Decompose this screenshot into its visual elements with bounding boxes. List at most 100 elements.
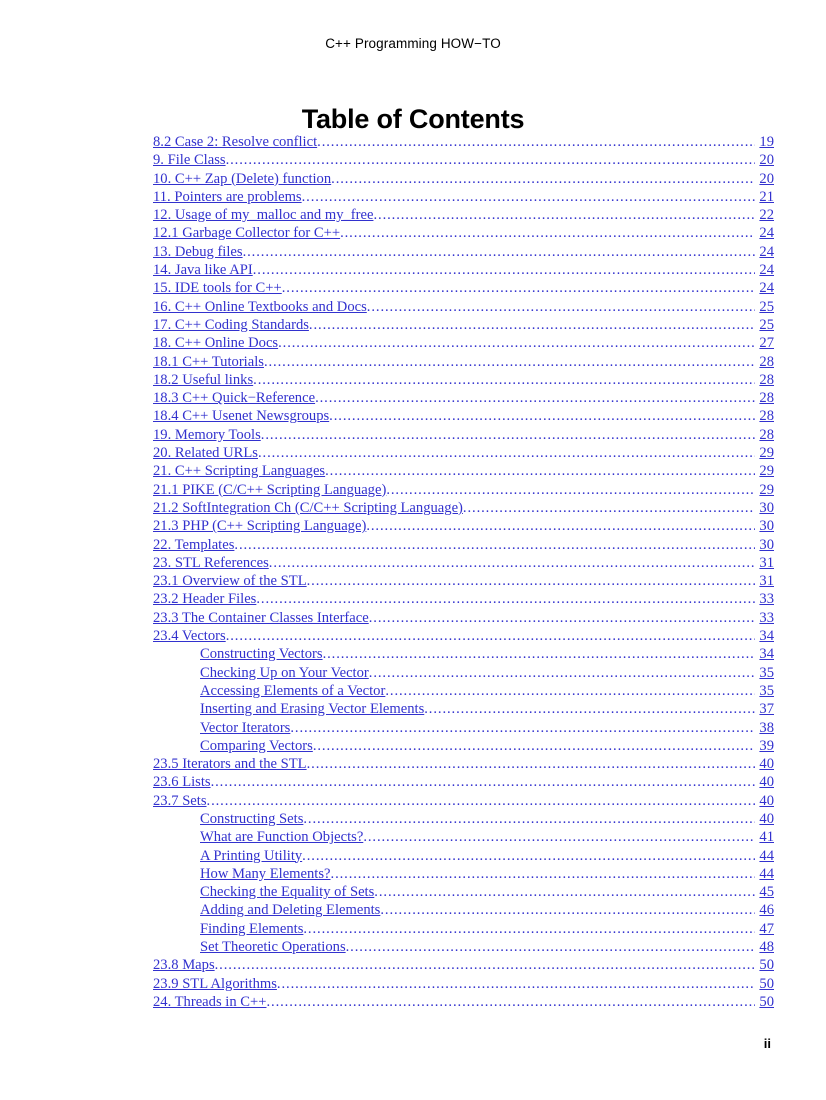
toc-entry[interactable]: 21.1 PIKE (C/C++ Scripting Language) 29 [150, 481, 774, 499]
toc-entry-label[interactable]: 21.1 PIKE (C/C++ Scripting Language) [153, 481, 386, 499]
toc-entry[interactable]: 12. Usage of my_malloc and my_free 22 [150, 206, 774, 224]
toc-entry-label[interactable]: 18.2 Useful links [153, 371, 253, 389]
toc-entry-label[interactable]: 24. Threads in C++ [153, 993, 266, 1011]
toc-entry-label[interactable]: Comparing Vectors [200, 737, 313, 755]
toc-entry-page-number[interactable]: 41 [755, 828, 774, 846]
toc-entry[interactable]: 19. Memory Tools 28 [150, 426, 774, 444]
toc-entry[interactable]: Constructing Sets 40 [150, 810, 774, 828]
toc-entry-page-number[interactable]: 33 [755, 609, 774, 627]
toc-entry[interactable]: 18.3 C++ Quick−Reference 28 [150, 389, 774, 407]
toc-entry[interactable]: 23. STL References 31 [150, 554, 774, 572]
toc-entry-label[interactable]: Set Theoretic Operations [200, 938, 346, 956]
toc-entry[interactable]: 23.9 STL Algorithms 50 [150, 975, 774, 993]
toc-entry[interactable]: 23.8 Maps 50 [150, 956, 774, 974]
toc-entry-page-number[interactable]: 35 [755, 664, 774, 682]
toc-entry-label[interactable]: 17. C++ Coding Standards [153, 316, 309, 334]
toc-entry-page-number[interactable]: 31 [755, 554, 774, 572]
toc-entry[interactable]: 14. Java like API 24 [150, 261, 774, 279]
toc-entry-label[interactable]: 19. Memory Tools [153, 426, 261, 444]
toc-entry-label[interactable]: 23.4 Vectors [153, 627, 226, 645]
toc-entry-page-number[interactable]: 24 [755, 243, 774, 261]
toc-entry[interactable]: A Printing Utility 44 [150, 847, 774, 865]
toc-entry-label[interactable]: 8.2 Case 2: Resolve conflict [153, 133, 317, 151]
toc-entry-page-number[interactable]: 37 [755, 700, 774, 718]
toc-entry[interactable]: 8.2 Case 2: Resolve conflict 19 [150, 133, 774, 151]
toc-entry-label[interactable]: 23.8 Maps [153, 956, 215, 974]
toc-entry-page-number[interactable]: 46 [755, 901, 774, 919]
toc-entry-label[interactable]: 23.7 Sets [153, 792, 207, 810]
toc-entry-page-number[interactable]: 24 [755, 279, 774, 297]
toc-entry-label[interactable]: Inserting and Erasing Vector Elements [200, 700, 424, 718]
toc-entry-page-number[interactable]: 40 [755, 755, 774, 773]
toc-entry[interactable]: 23.5 Iterators and the STL 40 [150, 755, 774, 773]
toc-entry[interactable]: Set Theoretic Operations 48 [150, 938, 774, 956]
toc-entry[interactable]: 23.6 Lists 40 [150, 773, 774, 791]
toc-entry-label[interactable]: 16. C++ Online Textbooks and Docs [153, 298, 367, 316]
toc-entry-page-number[interactable]: 25 [755, 316, 774, 334]
toc-entry-page-number[interactable]: 44 [755, 865, 774, 883]
toc-entry[interactable]: 22. Templates 30 [150, 536, 774, 554]
toc-entry-page-number[interactable]: 44 [755, 847, 774, 865]
toc-entry-label[interactable]: Accessing Elements of a Vector [200, 682, 385, 700]
toc-entry-page-number[interactable]: 30 [755, 499, 774, 517]
toc-entry[interactable]: 16. C++ Online Textbooks and Docs 25 [150, 298, 774, 316]
toc-entry[interactable]: 11. Pointers are problems 21 [150, 188, 774, 206]
toc-entry[interactable]: Constructing Vectors 34 [150, 645, 774, 663]
toc-entry[interactable]: Inserting and Erasing Vector Elements 37 [150, 700, 774, 718]
toc-entry[interactable]: 21. C++ Scripting Languages 29 [150, 462, 774, 480]
toc-entry-label[interactable]: Constructing Sets [200, 810, 303, 828]
toc-entry-label[interactable]: Checking the Equality of Sets [200, 883, 374, 901]
toc-entry[interactable]: 13. Debug files 24 [150, 243, 774, 261]
toc-entry-label[interactable]: 23.5 Iterators and the STL [153, 755, 307, 773]
toc-entry[interactable]: 23.1 Overview of the STL 31 [150, 572, 774, 590]
toc-entry-page-number[interactable]: 50 [755, 993, 774, 1011]
toc-entry[interactable]: 10. C++ Zap (Delete) function 20 [150, 170, 774, 188]
toc-entry-label[interactable]: 18.4 C++ Usenet Newsgroups [153, 407, 329, 425]
toc-entry-page-number[interactable]: 24 [755, 224, 774, 242]
toc-entry-label[interactable]: 22. Templates [153, 536, 234, 554]
toc-entry-label[interactable]: 11. Pointers are problems [153, 188, 302, 206]
toc-entry[interactable]: 15. IDE tools for C++ 24 [150, 279, 774, 297]
toc-entry-page-number[interactable]: 28 [755, 371, 774, 389]
toc-entry[interactable]: 18.4 C++ Usenet Newsgroups 28 [150, 407, 774, 425]
toc-entry-label[interactable]: A Printing Utility [200, 847, 302, 865]
toc-entry-label[interactable]: What are Function Objects? [200, 828, 363, 846]
toc-entry-page-number[interactable]: 45 [755, 883, 774, 901]
toc-entry-label[interactable]: 15. IDE tools for C++ [153, 279, 282, 297]
toc-entry-label[interactable]: Vector Iterators [200, 719, 290, 737]
toc-entry-label[interactable]: 9. File Class [153, 151, 226, 169]
toc-entry-label[interactable]: 18.1 C++ Tutorials [153, 353, 264, 371]
toc-entry-label[interactable]: 23.1 Overview of the STL [153, 572, 307, 590]
toc-entry-page-number[interactable]: 24 [755, 261, 774, 279]
toc-entry-label[interactable]: 23.2 Header Files [153, 590, 256, 608]
toc-entry-page-number[interactable]: 33 [755, 590, 774, 608]
toc-entry[interactable]: 18.2 Useful links 28 [150, 371, 774, 389]
toc-entry[interactable]: 18. C++ Online Docs 27 [150, 334, 774, 352]
toc-entry-label[interactable]: 12.1 Garbage Collector for C++ [153, 224, 340, 242]
toc-entry[interactable]: 21.3 PHP (C++ Scripting Language) 30 [150, 517, 774, 535]
toc-entry[interactable]: What are Function Objects? 41 [150, 828, 774, 846]
toc-entry-page-number[interactable]: 28 [755, 353, 774, 371]
toc-entry[interactable]: Finding Elements 47 [150, 920, 774, 938]
toc-entry-page-number[interactable]: 29 [755, 481, 774, 499]
toc-entry-label[interactable]: How Many Elements? [200, 865, 331, 883]
toc-entry[interactable]: Vector Iterators 38 [150, 719, 774, 737]
toc-entry[interactable]: 23.3 The Container Classes Interface 33 [150, 609, 774, 627]
toc-entry-label[interactable]: Finding Elements [200, 920, 303, 938]
toc-entry-page-number[interactable]: 38 [755, 719, 774, 737]
toc-entry-page-number[interactable]: 31 [755, 572, 774, 590]
toc-entry[interactable]: 23.4 Vectors 34 [150, 627, 774, 645]
toc-entry-label[interactable]: 21.2 SoftIntegration Ch (C/C++ Scripting… [153, 499, 463, 517]
toc-entry-label[interactable]: 20. Related URLs [153, 444, 258, 462]
toc-entry-page-number[interactable]: 40 [755, 773, 774, 791]
toc-entry[interactable]: 17. C++ Coding Standards 25 [150, 316, 774, 334]
toc-entry-page-number[interactable]: 29 [755, 462, 774, 480]
toc-entry-label[interactable]: 21. C++ Scripting Languages [153, 462, 325, 480]
toc-entry-label[interactable]: 18. C++ Online Docs [153, 334, 278, 352]
toc-entry-page-number[interactable]: 30 [755, 536, 774, 554]
toc-entry[interactable]: 20. Related URLs 29 [150, 444, 774, 462]
toc-entry-page-number[interactable]: 27 [755, 334, 774, 352]
toc-entry-label[interactable]: 12. Usage of my_malloc and my_free [153, 206, 373, 224]
toc-entry-label[interactable]: Checking Up on Your Vector [200, 664, 369, 682]
toc-entry-page-number[interactable]: 19 [755, 133, 774, 151]
